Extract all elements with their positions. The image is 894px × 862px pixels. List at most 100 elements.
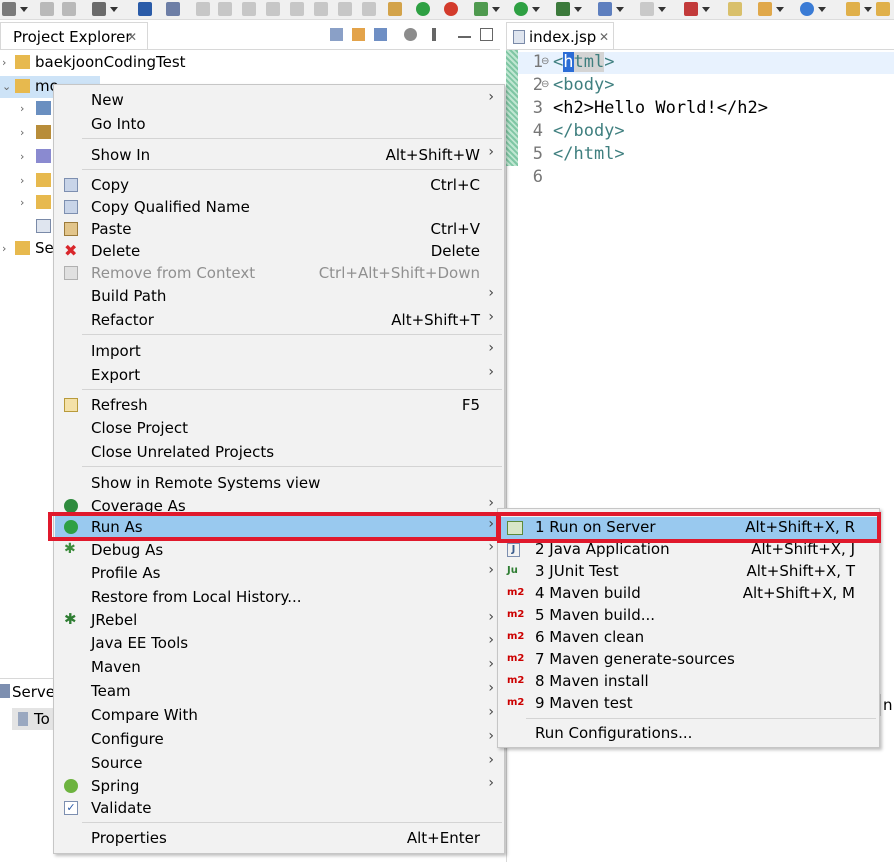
code-line-3[interactable]: <h2>Hello World!</h2>	[553, 98, 768, 118]
chevron-down-icon[interactable]: ⌄	[2, 80, 11, 93]
power-icon[interactable]	[416, 2, 430, 16]
menu-item-new[interactable]: New ›	[55, 89, 504, 111]
menu-item-export[interactable]: Export ›	[55, 364, 504, 386]
minimize-icon[interactable]	[458, 36, 471, 38]
menu-item-close-unrelated[interactable]: Close Unrelated Projects	[55, 441, 504, 463]
refresh-server-icon[interactable]	[444, 2, 458, 16]
menu-item-validate[interactable]: ✓ Validate	[55, 797, 504, 819]
tree-item[interactable]: ›	[0, 170, 60, 192]
editor-tab-index-jsp[interactable]: index.jsp ✕	[506, 22, 614, 50]
submenu-item-maven-build[interactable]: m2 4 Maven build Alt+Shift+X, M	[499, 583, 879, 605]
new-java-icon[interactable]	[758, 2, 784, 16]
resume-icon[interactable]	[196, 2, 210, 16]
step-return-icon[interactable]	[338, 2, 352, 16]
submenu-item-run-configurations[interactable]: Run Configurations...	[499, 723, 879, 745]
menu-item-paste[interactable]: Paste Ctrl+V	[55, 218, 504, 240]
kebab-icon[interactable]	[432, 28, 436, 41]
submenu-item-maven-test[interactable]: m2 9 Maven test	[499, 693, 879, 715]
code-line-4[interactable]: </body>	[553, 121, 625, 141]
profile-icon[interactable]	[598, 2, 624, 16]
close-icon[interactable]: ✕	[599, 30, 609, 44]
menu-item-debug-as[interactable]: ✱ Debug As ›	[55, 539, 504, 561]
menu-item-refactor[interactable]: Refactor Alt+Shift+T ›	[55, 309, 504, 331]
chevron-right-icon[interactable]: ›	[20, 196, 24, 209]
folder-icon[interactable]	[876, 2, 890, 16]
fold-icon[interactable]: ⊖	[541, 56, 549, 67]
suspend-icon[interactable]	[218, 2, 232, 16]
new-icon[interactable]	[92, 2, 118, 16]
tree-item[interactable]: ›	[0, 98, 60, 120]
menu-item-source[interactable]: Source ›	[55, 752, 504, 774]
menu-item-import[interactable]: Import ›	[55, 340, 504, 362]
menu-item-configure[interactable]: Configure ›	[55, 728, 504, 750]
toolbar-icon[interactable]	[2, 2, 28, 16]
project-explorer-tab[interactable]: Project Explorer ✕	[0, 22, 148, 50]
menu-item-show-in[interactable]: Show In Alt+Shift+W ›	[55, 144, 504, 166]
tree-item[interactable]: ›	[0, 122, 60, 144]
use-step-filters-icon[interactable]	[388, 2, 402, 16]
menu-item-close-project[interactable]: Close Project	[55, 417, 504, 439]
external-tools-icon[interactable]	[640, 2, 666, 16]
debug-icon[interactable]	[474, 2, 500, 16]
run-icon[interactable]	[514, 2, 540, 16]
filter-icon[interactable]	[374, 28, 387, 41]
step-over-icon[interactable]	[314, 2, 328, 16]
view-menu-icon[interactable]	[404, 28, 417, 41]
menu-item-maven[interactable]: Maven ›	[55, 656, 504, 678]
menu-item-go-into[interactable]: Go Into	[55, 113, 504, 135]
menu-item-build-path[interactable]: Build Path ›	[55, 285, 504, 307]
menu-item-jrebel[interactable]: ✱ JRebel ›	[55, 609, 504, 631]
open-type-icon[interactable]	[728, 2, 742, 16]
submenu-item-junit-test[interactable]: Ju 3 JUnit Test Alt+Shift+X, T	[499, 561, 879, 583]
menu-item-spring[interactable]: Spring ›	[55, 775, 504, 797]
menu-item-copy-qualified-name[interactable]: Copy Qualified Name	[55, 196, 504, 218]
step-into-icon[interactable]	[290, 2, 304, 16]
menu-item-compare-with[interactable]: Compare With ›	[55, 704, 504, 726]
stop-icon[interactable]	[242, 2, 256, 16]
save-icon[interactable]	[40, 2, 54, 16]
chevron-right-icon[interactable]: ›	[20, 150, 24, 163]
chevron-right-icon[interactable]: ›	[20, 174, 24, 187]
jrebel-icon[interactable]	[684, 2, 710, 16]
save-all-icon[interactable]	[62, 2, 76, 16]
close-icon[interactable]: ✕	[127, 30, 137, 44]
menu-item-properties[interactable]: Properties Alt+Enter	[55, 827, 504, 849]
submenu-item-maven-install[interactable]: m2 8 Maven install	[499, 671, 879, 693]
chevron-right-icon[interactable]: ›	[2, 56, 6, 69]
servers-tab[interactable]: Server	[0, 678, 61, 706]
disconnect-icon[interactable]	[266, 2, 280, 16]
code-line-1[interactable]: <html>	[553, 52, 614, 72]
chevron-right-icon[interactable]: ›	[2, 242, 6, 255]
chevron-right-icon[interactable]: ›	[20, 126, 24, 139]
tree-item[interactable]: ›	[0, 192, 60, 214]
menu-item-delete[interactable]: ✖ Delete Delete	[55, 240, 504, 262]
menu-item-copy[interactable]: Copy Ctrl+C	[55, 174, 504, 196]
submenu-item-maven-generate-sources[interactable]: m2 7 Maven generate-sources	[499, 649, 879, 671]
tree-item-servers[interactable]: › Ser	[0, 238, 60, 260]
submenu-item-maven-build-dialog[interactable]: m2 5 Maven build...	[499, 605, 879, 627]
fold-icon[interactable]: ⊖	[541, 79, 549, 90]
menu-item-team[interactable]: Team ›	[55, 680, 504, 702]
link-with-editor-icon[interactable]	[352, 28, 365, 41]
chevron-right-icon[interactable]: ›	[20, 102, 24, 115]
tree-item-baekjoon[interactable]: › baekjoonCodingTest	[0, 52, 500, 74]
maximize-icon[interactable]	[480, 28, 493, 41]
collapse-all-icon[interactable]	[330, 28, 343, 41]
menu-item-show-remote-systems[interactable]: Show in Remote Systems view	[55, 472, 504, 494]
menu-item-profile-as[interactable]: Profile As ›	[55, 562, 504, 584]
coverage-icon[interactable]	[556, 2, 582, 16]
code-line-2[interactable]: <body>	[553, 75, 614, 95]
open-folder-icon[interactable]	[846, 2, 872, 16]
menu-item-refresh[interactable]: Refresh F5	[55, 394, 504, 416]
tree-item[interactable]: ›	[0, 146, 60, 168]
server-item[interactable]: To	[12, 708, 54, 730]
code-line-5[interactable]: </html>	[553, 144, 625, 164]
submenu-item-maven-clean[interactable]: m2 6 Maven clean	[499, 627, 879, 649]
drop-frame-icon[interactable]	[362, 2, 376, 16]
menu-item-restore-local-history[interactable]: Restore from Local History...	[55, 586, 504, 608]
search-icon[interactable]	[166, 2, 180, 16]
terminal-icon[interactable]	[138, 2, 152, 16]
menu-item-java-ee-tools[interactable]: Java EE Tools ›	[55, 632, 504, 654]
web-browser-icon[interactable]	[800, 2, 826, 16]
tree-item[interactable]	[0, 216, 60, 238]
